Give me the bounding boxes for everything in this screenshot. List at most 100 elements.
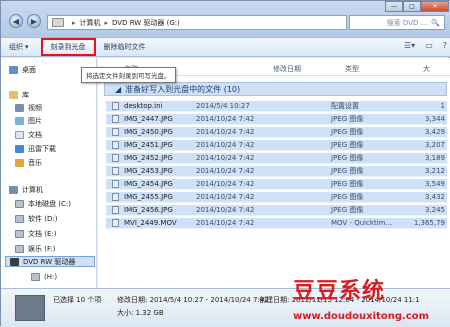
file-name: IMG_2447.JPG: [124, 115, 173, 123]
file-row[interactable]: IMG_2455.JPG 2014/10/24 7:42 JPEG 图像 3,432: [106, 192, 447, 203]
sidebar-item-music[interactable]: 音乐: [15, 157, 42, 168]
sidebar-label: 文档: [28, 130, 42, 139]
sidebar-label: 本地磁盘 (C:): [28, 199, 71, 208]
breadcrumb-separator: ▸: [72, 18, 76, 27]
status-size: 大小: 1.32 GB: [117, 309, 164, 317]
close-button[interactable]: ✕: [421, 1, 449, 12]
file-type: JPEG 图像: [331, 141, 364, 149]
status-selected: 已选择 10 个项: [53, 296, 102, 304]
file-row[interactable]: IMG_2450.JPG 2014/10/24 7:42 JPEG 图像 3,429: [106, 127, 447, 138]
burn-to-disc-button[interactable]: 刻录到光盘: [40, 38, 96, 56]
address-bar[interactable]: ▸ 计算机 ▸ DVD RW 驱动器 (G:): [47, 15, 347, 30]
file-name: IMG_2452.JPG: [124, 154, 173, 162]
file-icon: [112, 154, 119, 162]
title-bar: — □ ✕ ◀ ▶ ▸ 计算机 ▸ DVD RW 驱动器 (G:) 搜索 DVD…: [1, 1, 450, 37]
breadcrumb-dvd[interactable]: DVD RW 驱动器 (G:): [112, 18, 180, 28]
sidebar-item-desktop[interactable]: 桌面: [9, 64, 36, 75]
delete-temp-files-button[interactable]: 删除临时文件: [96, 42, 154, 52]
drive-icon: [15, 229, 24, 238]
sidebar-item-disk-c[interactable]: 本地磁盘 (C:): [15, 198, 71, 209]
sidebar-label: 计算机: [22, 185, 43, 194]
sidebar-item-disk-e[interactable]: 文档 (E:): [15, 228, 56, 239]
group-title: 准备好写入到光盘中的文件 (10): [125, 84, 241, 94]
column-date[interactable]: 修改日期: [273, 64, 301, 74]
pictures-icon: [15, 116, 24, 125]
file-date: 2014/10/24 7:42: [196, 141, 255, 149]
sidebar-item-disk-d[interactable]: 软件 (D:): [15, 213, 57, 224]
file-date: 2014/10/24 7:42: [196, 128, 255, 136]
selection-thumbnail: [15, 295, 45, 321]
file-row[interactable]: MVI_2449.MOV 2014/10/24 7:42 MOV - Quickti…: [106, 218, 447, 229]
computer-icon: [9, 185, 18, 194]
sidebar-item-computer[interactable]: 计算机: [9, 184, 43, 195]
file-size: 3,207: [424, 141, 445, 149]
help-icon[interactable]: ?: [443, 41, 447, 50]
search-placeholder: 搜索 DVD ...: [386, 18, 428, 27]
column-type[interactable]: 类型: [345, 64, 359, 74]
drive-icon: [15, 244, 24, 253]
sidebar-item-videos[interactable]: 视频: [15, 102, 42, 113]
documents-icon: [15, 130, 24, 139]
file-row[interactable]: IMG_2453.JPG 2014/10/24 7:42 JPEG 图像 3,212: [106, 166, 447, 177]
sidebar-label: 娱乐 (F:): [28, 244, 56, 253]
sidebar-label: 软件 (D:): [28, 214, 58, 223]
sidebar-label: 音乐: [28, 158, 42, 167]
file-row[interactable]: IMG_2447.JPG 2014/10/24 7:42 JPEG 图像 3,344: [106, 114, 447, 125]
file-row[interactable]: IMG_2456.JPG 2014/10/24 7:42 JPEG 图像 3,245: [106, 205, 447, 216]
file-list-pane: 名称 修改日期 类型 大 ◢ 准备好写入到光盘中的文件 (10) desktop…: [98, 58, 450, 288]
back-button[interactable]: ◀: [9, 14, 23, 28]
explorer-window: — □ ✕ ◀ ▶ ▸ 计算机 ▸ DVD RW 驱动器 (G:) 搜索 DVD…: [0, 0, 450, 327]
delete-temp-label: 删除临时文件: [103, 43, 146, 51]
file-icon: [112, 102, 119, 110]
file-row[interactable]: IMG_2454.JPG 2014/10/24 7:42 JPEG 图像 3,549: [106, 179, 447, 190]
file-row[interactable]: desktop.ini 2014/5/4 10:27 配置设置 1: [106, 101, 447, 112]
sidebar-label: 视频: [28, 103, 42, 112]
sidebar-item-thunder[interactable]: 迅雷下载: [15, 143, 56, 154]
sidebar-item-h[interactable]: (H:): [31, 271, 57, 282]
sidebar-label: 库: [22, 90, 29, 99]
file-size: 3,432: [424, 193, 445, 201]
column-size[interactable]: 大: [423, 64, 430, 74]
group-header[interactable]: ◢ 准备好写入到光盘中的文件 (10): [104, 82, 447, 96]
file-row[interactable]: IMG_2451.JPG 2014/10/24 7:42 JPEG 图像 3,207: [106, 140, 447, 151]
window-controls: — □ ✕: [385, 1, 449, 13]
file-size: 3,245: [424, 206, 445, 214]
organize-label: 组织: [9, 43, 23, 51]
watermark-url: www.doudouxitong.com: [293, 311, 429, 322]
sidebar-label: DVD RW 驱动器: [23, 257, 76, 266]
view-controls: ☰▾ ▭ ?: [404, 41, 447, 50]
forward-button[interactable]: ▶: [27, 14, 41, 28]
search-input[interactable]: 搜索 DVD ... 🔍: [349, 15, 445, 30]
sidebar-item-documents[interactable]: 文档: [15, 129, 42, 140]
sidebar-item-library[interactable]: 库: [9, 89, 29, 100]
drive-icon: [52, 18, 64, 27]
file-type: JPEG 图像: [331, 180, 364, 188]
file-name: IMG_2453.JPG: [124, 167, 173, 175]
file-type: JPEG 图像: [331, 167, 364, 175]
file-name: IMG_2456.JPG: [124, 206, 173, 214]
watermark-name: 豆豆系统: [293, 278, 386, 304]
organize-button[interactable]: 组织 ▾: [1, 42, 37, 52]
sidebar-item-pictures[interactable]: 图片: [15, 115, 42, 126]
file-size: 3,344: [424, 115, 445, 123]
minimize-button[interactable]: —: [385, 1, 403, 12]
file-name: IMG_2455.JPG: [124, 193, 173, 201]
burn-label: 刻录到光盘: [50, 43, 86, 51]
sidebar-label: 桌面: [22, 65, 36, 74]
maximize-button[interactable]: □: [403, 1, 421, 12]
sidebar-item-disk-f[interactable]: 娱乐 (F:): [15, 243, 56, 254]
breadcrumb-computer[interactable]: 计算机: [80, 18, 101, 28]
view-options-icon[interactable]: ☰▾: [404, 41, 415, 50]
command-bar: 组织 ▾ 刻录到光盘 删除临时文件 ☰▾ ▭ ?: [1, 37, 450, 57]
file-row[interactable]: IMG_2452.JPG 2014/10/24 7:42 JPEG 图像 3,189: [106, 153, 447, 164]
file-name: IMG_2454.JPG: [124, 180, 173, 188]
file-icon: [112, 141, 119, 149]
file-date: 2014/10/24 7:42: [196, 193, 255, 201]
desktop-icon: [9, 65, 18, 74]
file-icon: [112, 128, 119, 136]
preview-pane-icon[interactable]: ▭: [425, 41, 433, 50]
file-date: 2014/10/24 7:42: [196, 219, 255, 227]
sidebar-label: 文档 (E:): [28, 229, 57, 238]
sidebar-label: 迅雷下载: [28, 144, 56, 153]
sidebar-item-dvd[interactable]: DVD RW 驱动器: [5, 256, 95, 267]
